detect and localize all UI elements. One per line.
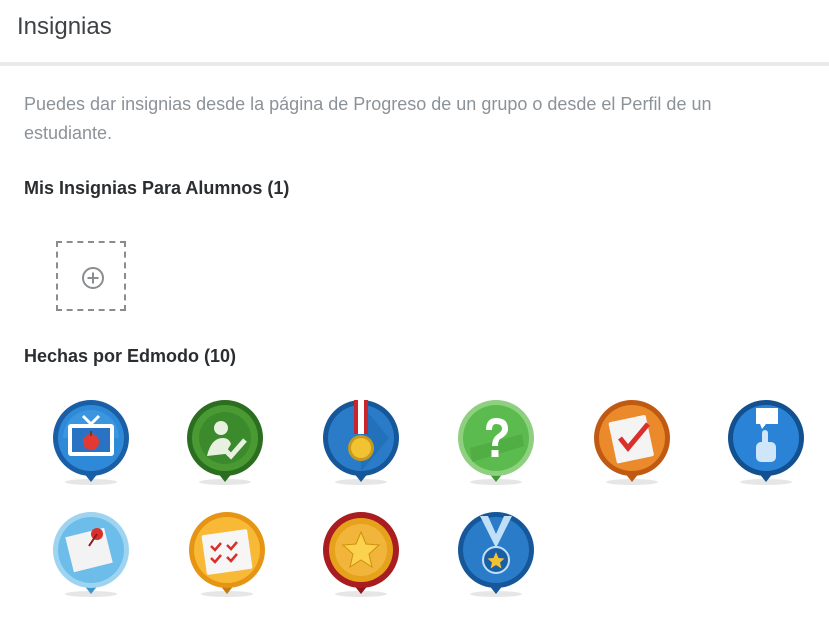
plus-circle-icon <box>82 267 104 289</box>
tv-apple-badge-icon <box>53 400 129 485</box>
checklist-badge-icon <box>594 400 670 485</box>
calendar-badge-icon <box>189 512 265 597</box>
badge-pinned-note[interactable] <box>51 510 131 598</box>
badge-star[interactable] <box>321 510 401 598</box>
pinned-note-badge-icon <box>53 512 129 597</box>
star-medal-badge-icon <box>458 512 534 597</box>
intro-text: Puedes dar insignias desde la página de … <box>24 94 712 143</box>
edmodo-badges-heading: Hechas por Edmodo (10) <box>24 346 237 366</box>
badge-question[interactable] <box>456 398 536 486</box>
badge-person-check[interactable] <box>185 398 265 486</box>
medal-badge-icon <box>323 400 399 485</box>
raised-hand-badge-icon <box>728 400 804 485</box>
person-check-badge-icon <box>187 400 263 485</box>
intro-section: Puedes dar insignias desde la página de … <box>24 90 804 148</box>
badge-tv-apple[interactable] <box>51 398 131 486</box>
badge-star-medal[interactable] <box>456 510 536 598</box>
star-badge-icon <box>323 512 399 597</box>
badge-medal[interactable] <box>321 398 401 486</box>
add-badge-button[interactable] <box>56 241 126 311</box>
question-badge-icon <box>458 400 534 485</box>
badge-calendar[interactable] <box>187 510 267 598</box>
my-badges-heading: Mis Insignias Para Alumnos (1) <box>24 178 290 198</box>
page-header: Insignias <box>0 0 829 66</box>
badge-raised-hand[interactable] <box>726 398 806 486</box>
badge-checklist[interactable] <box>592 398 672 486</box>
page-title: Insignias <box>17 13 112 40</box>
